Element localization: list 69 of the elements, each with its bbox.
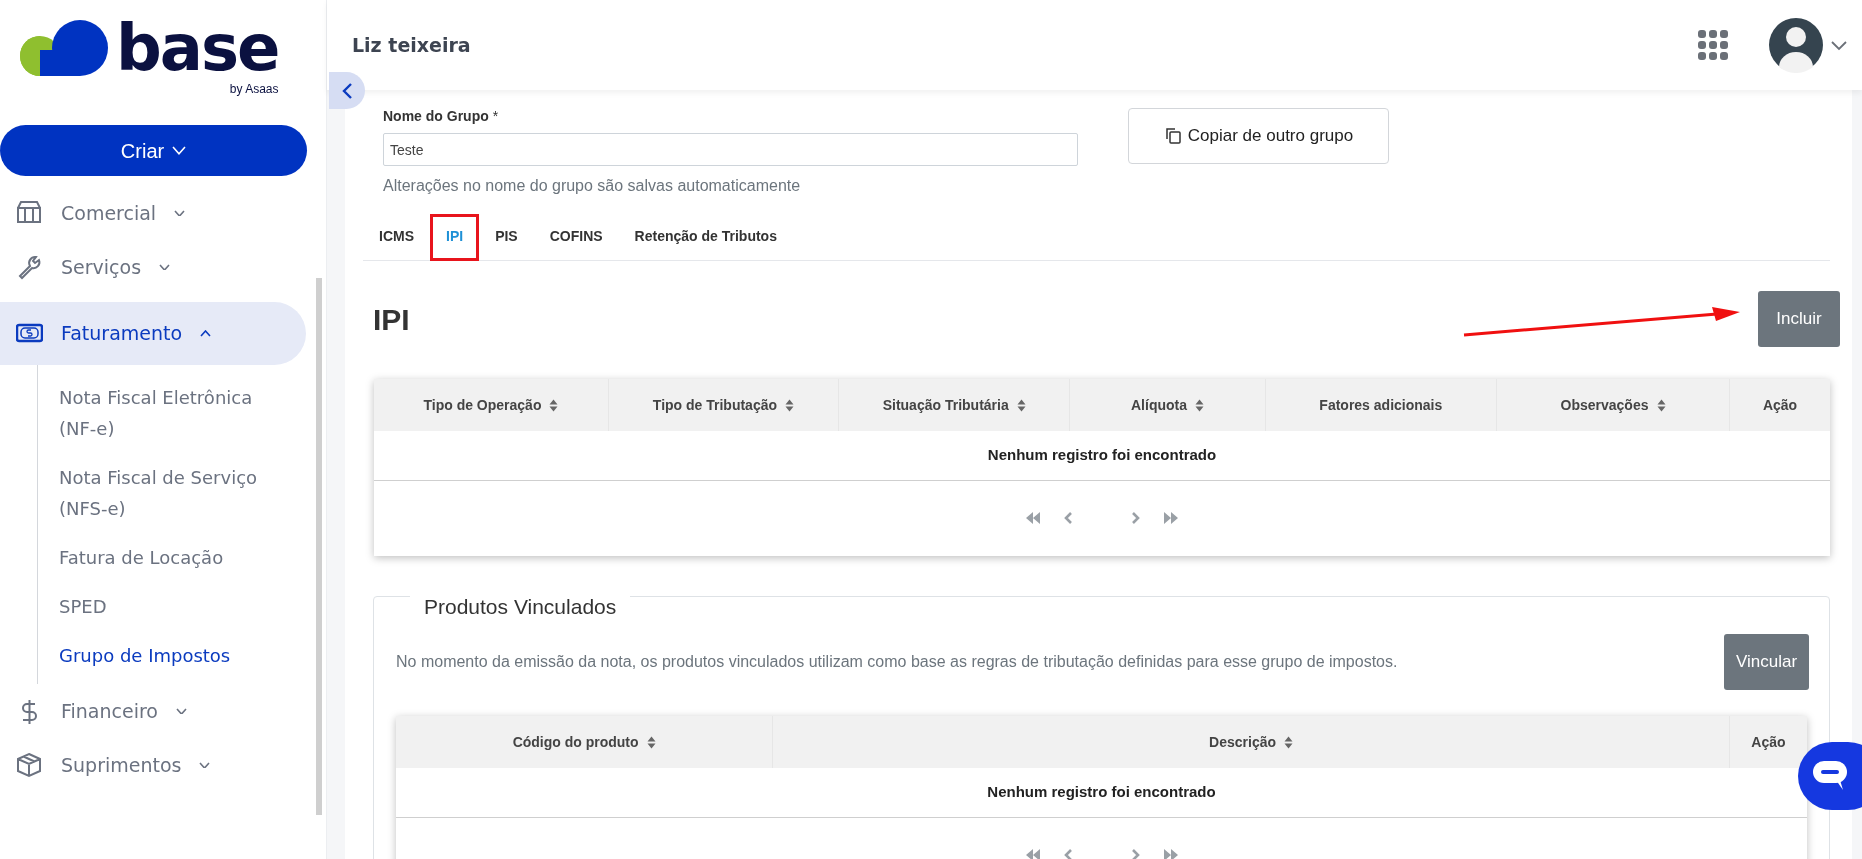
chat-icon [1812,760,1848,792]
column-header-cell[interactable]: Observações [1496,379,1730,431]
sidebar-item[interactable]: Comercial [0,186,306,240]
logo-wordmark: base [116,20,279,78]
chevron-down-icon [176,707,187,715]
tab[interactable]: PIS [479,214,534,261]
description-text: No momento da emissão da nota, os produtos vinculados utilizam como base as regras de tributação definidas para esse grupo de impostos. [396,652,1398,672]
logo-icon [18,20,110,78]
sort-icon[interactable] [1284,735,1294,749]
apps-grid-icon[interactable] [1698,30,1728,60]
first-page-icon[interactable] [1025,511,1041,525]
input-field[interactable]: Teste [383,133,1078,166]
column-header-cell[interactable]: Código do produto [396,716,773,768]
sort-icon[interactable] [646,735,656,749]
chevron-down-icon [172,146,187,155]
submenu-item[interactable]: Fatura de Locação [59,533,284,582]
copy-icon [1163,127,1182,145]
sort-icon[interactable] [785,398,795,412]
create-button[interactable]: Criar [0,125,307,176]
empty-message: Nenhum registro foi encontrado [987,446,1217,463]
chevron-up-icon [200,330,212,337]
chevron-down-icon [159,263,171,271]
tab[interactable]: Retenção de Tributos [618,214,793,261]
sort-icon[interactable] [549,398,559,412]
page-title: Liz teixeira [352,32,471,58]
section-title: IPI [373,301,410,338]
sidebar-item[interactable]: Financeiro [0,684,306,738]
next-page-icon[interactable] [1131,511,1141,525]
sidebar-item[interactable]: Suprimentos [0,738,306,792]
chevron-down-icon [199,761,211,769]
previous-page-icon[interactable] [1063,511,1073,525]
empty-message: Nenhum registro foi encontrado [987,783,1216,800]
chevron-left-icon [341,81,353,100]
avatar-icon[interactable] [1768,17,1824,73]
box-icon [16,751,43,779]
last-page-icon[interactable] [1162,848,1179,859]
column-header-cell: Ação [1729,379,1830,431]
column-header-cell[interactable]: Tipo de Tributação [608,379,839,431]
column-header-cell: Ação [1729,716,1807,768]
column-header-cell: Fatores adicionais [1265,379,1497,431]
sidebar-item[interactable]: Serviços [0,240,306,294]
chevron-down-icon[interactable] [1830,39,1848,51]
column-header-cell[interactable]: Situação Tributária [838,379,1070,431]
tab[interactable]: ICMS [363,214,430,261]
tab[interactable]: COFINS [533,214,619,261]
copy-button[interactable]: Copiar de outro grupo [1128,108,1389,164]
add-button[interactable]: Incluir [1758,291,1840,347]
submenu-item[interactable]: Grupo de Impostos [59,631,284,680]
next-page-icon[interactable] [1130,848,1141,859]
submenu-item[interactable]: Nota Fiscal de Serviço (NFS-e) [59,453,284,533]
sort-icon[interactable] [1016,398,1026,412]
submenu-item[interactable]: Nota Fiscal Eletrônica (NF-e) [59,373,284,453]
help-text: Alterações no nome do grupo são salvas automaticamente [383,176,802,196]
column-header-cell[interactable]: Alíquota [1069,379,1266,431]
collapse-button[interactable] [329,72,365,109]
link-button[interactable]: Vincular [1724,634,1809,690]
first-page-icon[interactable] [1024,848,1041,859]
sidebar-item[interactable]: Faturamento [0,302,306,365]
previous-page-icon[interactable] [1062,848,1073,859]
last-page-icon[interactable] [1163,511,1179,525]
field-label: Nome do Grupo * [383,107,500,126]
logo-tagline: by Asaas [228,80,279,98]
sort-icon[interactable] [1656,398,1666,412]
submenu-item[interactable]: SPED [59,582,284,631]
chevron-down-icon [174,209,186,217]
sort-icon[interactable] [1195,398,1204,412]
wrench-icon [16,253,43,281]
column-header-cell[interactable]: Descrição [772,716,1730,768]
column-header-cell[interactable]: Tipo de Operação [374,379,609,431]
